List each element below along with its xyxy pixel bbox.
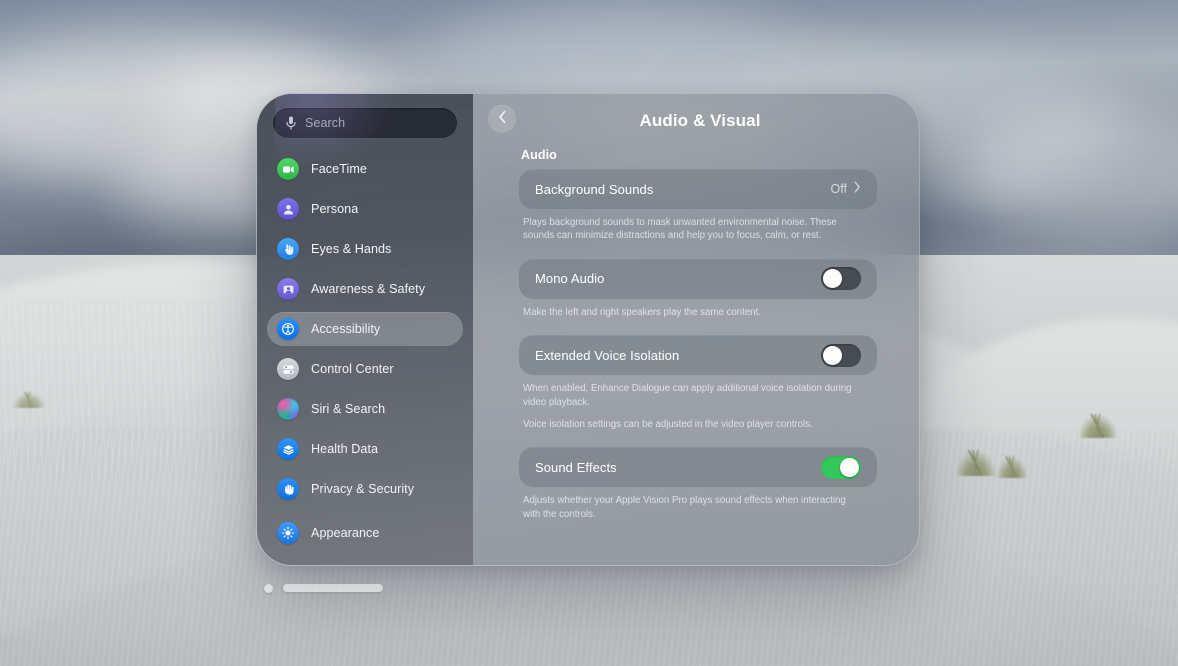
page-title: Audio & Visual bbox=[639, 111, 761, 130]
sidebar-item-label: FaceTime bbox=[311, 162, 367, 176]
sidebar-item-label: Health Data bbox=[311, 442, 379, 456]
awareness-safety-icon bbox=[277, 278, 299, 300]
grass-tuft bbox=[955, 450, 997, 476]
sidebar-item-health-data[interactable]: Health Data bbox=[267, 432, 463, 466]
sidebar-item-awareness-and-safety[interactable]: Awareness & Safety bbox=[267, 272, 463, 306]
section-header-audio: Audio bbox=[521, 148, 557, 162]
search-placeholder: Search bbox=[305, 116, 346, 130]
background-sounds-card: Background Sounds Off bbox=[519, 169, 877, 209]
row-accessory: Off bbox=[831, 180, 861, 198]
toggle-knob bbox=[823, 345, 842, 365]
window-resize-grabber[interactable] bbox=[283, 584, 383, 592]
toggle-knob bbox=[823, 269, 842, 289]
grass-tuft bbox=[1078, 414, 1118, 438]
search-container: Search bbox=[257, 108, 473, 138]
sidebar-item-control-center[interactable]: Control Center bbox=[267, 352, 463, 386]
row-label: Extended Voice Isolation bbox=[535, 347, 680, 363]
sidebar-item-label: Awareness & Safety bbox=[311, 282, 426, 296]
extended-voice-isolation-caption-2: Voice isolation settings can be adjusted… bbox=[523, 418, 813, 430]
sound-effects-toggle[interactable] bbox=[821, 455, 861, 479]
sidebar-item-appearance[interactable]: Appearance bbox=[267, 516, 463, 550]
facetime-icon bbox=[277, 158, 299, 180]
sidebar-item-label: Privacy & Security bbox=[311, 482, 415, 496]
sidebar-item-privacy-and-security[interactable]: Privacy & Security bbox=[267, 472, 463, 506]
persona-icon bbox=[277, 198, 299, 220]
background-sounds-value: Off bbox=[830, 182, 847, 196]
appearance-icon bbox=[277, 522, 299, 544]
extended-voice-isolation-row[interactable]: Extended Voice Isolation bbox=[519, 335, 877, 375]
control-center-icon bbox=[277, 358, 299, 380]
sidebar-item-label: Accessibility bbox=[311, 322, 381, 336]
mono-audio-card: Mono Audio bbox=[519, 258, 877, 299]
sidebar-item-label: Control Center bbox=[311, 362, 394, 376]
health-data-icon bbox=[277, 438, 299, 460]
sidebar-item-eyes-and-hands[interactable]: Eyes & Hands bbox=[267, 232, 463, 266]
mono-audio-toggle[interactable] bbox=[821, 267, 861, 291]
settings-scroll-area[interactable]: Audio Background Sounds Off Plays backgr… bbox=[473, 148, 919, 521]
privacy-security-icon bbox=[277, 478, 299, 500]
row-label: Background Sounds bbox=[535, 181, 654, 197]
detail-header: Audio & Visual bbox=[473, 94, 919, 148]
sidebar-item-accessibility[interactable]: Accessibility bbox=[267, 312, 463, 346]
window-close-dot[interactable] bbox=[264, 584, 273, 593]
detail-pane: Audio & Visual Audio Background Sounds O… bbox=[473, 94, 919, 565]
sidebar-item-label: Siri & Search bbox=[311, 402, 386, 416]
sidebar-item-siri-and-search[interactable]: Siri & Search bbox=[267, 392, 463, 426]
sidebar-item-facetime[interactable]: FaceTime bbox=[267, 152, 463, 186]
grass-tuft bbox=[996, 456, 1028, 478]
mono-audio-row[interactable]: Mono Audio bbox=[519, 259, 877, 299]
sidebar: Search FaceTime Persona Eyes & Hands Awa… bbox=[257, 94, 473, 565]
back-button[interactable] bbox=[488, 105, 516, 133]
accessibility-icon bbox=[277, 318, 299, 340]
siri-icon bbox=[277, 398, 299, 420]
settings-window: Search FaceTime Persona Eyes & Hands Awa… bbox=[256, 93, 920, 566]
chevron-right-icon bbox=[854, 180, 861, 198]
search-input[interactable]: Search bbox=[273, 108, 457, 138]
sidebar-item-persona[interactable]: Persona bbox=[267, 192, 463, 226]
chevron-left-icon bbox=[498, 110, 507, 129]
mono-audio-caption: Make the left and right speakers play th… bbox=[523, 306, 762, 318]
sound-effects-card: Sound Effects bbox=[519, 447, 877, 488]
background-sounds-row[interactable]: Background Sounds Off bbox=[519, 169, 877, 209]
extended-voice-isolation-caption: When enabled, Enhance Dialogue can apply… bbox=[523, 383, 852, 408]
extended-voice-isolation-toggle[interactable] bbox=[821, 343, 861, 367]
microphone-icon bbox=[285, 115, 297, 131]
grass-tuft bbox=[12, 392, 46, 408]
sound-effects-row[interactable]: Sound Effects bbox=[519, 447, 877, 487]
toggle-knob bbox=[840, 457, 859, 477]
background-sounds-caption: Plays background sounds to mask unwanted… bbox=[523, 217, 837, 242]
row-label: Mono Audio bbox=[535, 271, 605, 287]
sidebar-item-label: Eyes & Hands bbox=[311, 242, 392, 256]
eyes-and-hands-icon bbox=[277, 238, 299, 260]
extended-voice-isolation-card: Extended Voice Isolation bbox=[519, 335, 877, 376]
sidebar-list: FaceTime Persona Eyes & Hands Awareness … bbox=[257, 152, 473, 550]
row-label: Sound Effects bbox=[535, 459, 617, 475]
sidebar-item-label: Persona bbox=[311, 202, 359, 216]
visionos-environment: Search FaceTime Persona Eyes & Hands Awa… bbox=[0, 0, 1178, 666]
sound-effects-caption: Adjusts whether your Apple Vision Pro pl… bbox=[523, 495, 846, 520]
sidebar-item-label: Appearance bbox=[311, 526, 380, 540]
